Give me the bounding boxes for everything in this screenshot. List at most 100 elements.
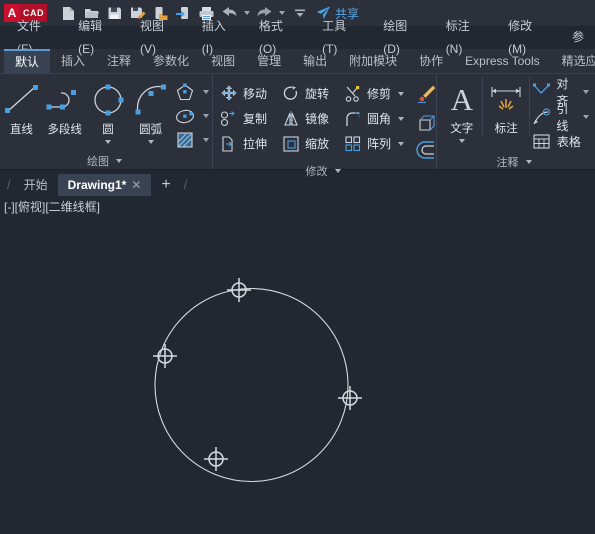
arc-icon xyxy=(130,80,172,120)
panel-annotate-expand-icon[interactable] xyxy=(525,160,532,164)
tool-align-dropdown-icon[interactable] xyxy=(583,89,589,94)
polygon-icon xyxy=(172,82,198,102)
modify-row-1: 移动 旋转 修剪 xyxy=(217,81,410,106)
tool-text[interactable]: A 文字 xyxy=(441,77,482,143)
tool-fillet-label: 圆角 xyxy=(367,112,392,126)
tool-hatch[interactable] xyxy=(172,128,212,152)
drawing-canvas[interactable]: [-][俯视][二维线框] xyxy=(0,196,595,522)
ribbon-tab-manage[interactable]: 管理 xyxy=(246,49,292,73)
modify-tool-grid: 移动 旋转 修剪 复制 镜像 圆角 拉伸 缩放 阵列 xyxy=(213,78,410,156)
panel-draw: 直线 多段线 圆 圆弧 绘图 xyxy=(0,74,213,169)
trim-icon xyxy=(341,85,365,103)
circle-entity[interactable] xyxy=(154,287,349,483)
table-icon xyxy=(530,132,554,151)
tool-move[interactable]: 移动 xyxy=(217,84,267,103)
panel-draw-expand-icon[interactable] xyxy=(116,158,122,163)
modify-row-2: 复制 镜像 圆角 xyxy=(217,106,410,131)
tool-array-dropdown-icon[interactable] xyxy=(398,141,405,146)
leader-icon xyxy=(530,107,554,126)
annotate-small-tools: 对齐 引线 表格 xyxy=(530,77,592,154)
ribbon-tab-collaborate[interactable]: 协作 xyxy=(408,49,454,73)
panel-modify-body: 移动 旋转 修剪 复制 镜像 圆角 拉伸 缩放 阵列 xyxy=(213,74,436,163)
tool-array-label: 阵列 xyxy=(367,137,392,151)
panel-modify-expand-icon[interactable] xyxy=(334,169,341,173)
scale-icon xyxy=(279,135,303,153)
panel-annotate-title-label: 注释 xyxy=(496,157,519,169)
tool-arc-dropdown-icon[interactable] xyxy=(147,140,154,144)
tool-rotate-label: 旋转 xyxy=(305,87,330,101)
panel-draw-body: 直线 多段线 圆 圆弧 xyxy=(0,74,212,152)
tool-stretch[interactable]: 拉伸 xyxy=(217,135,267,153)
ribbon-tab-express-tools[interactable]: Express Tools xyxy=(454,49,550,73)
tool-mirror[interactable]: 镜像 xyxy=(279,110,329,128)
panel-modify-title[interactable]: 修改 xyxy=(213,163,436,179)
tool-trim-label: 修剪 xyxy=(367,87,392,101)
tool-trim[interactable]: 修剪 xyxy=(341,85,391,103)
tool-scale[interactable]: 缩放 xyxy=(279,135,329,153)
panel-modify-title-label: 修改 xyxy=(305,166,328,178)
tool-circle-dropdown-icon[interactable] xyxy=(105,140,111,144)
svg-text:A: A xyxy=(451,82,474,117)
array-icon xyxy=(341,135,365,153)
file-tab-drawing1[interactable]: Drawing1* ✕ xyxy=(57,174,152,196)
align-icon xyxy=(530,82,554,101)
panel-draw-title[interactable]: 绘图 xyxy=(0,152,212,169)
tool-rotate[interactable]: 旋转 xyxy=(279,85,329,103)
tool-copy[interactable]: 复制 xyxy=(217,110,267,128)
dimension-icon xyxy=(486,79,526,119)
quadrant-top-snap-marker xyxy=(227,278,251,302)
tool-fillet[interactable]: 圆角 xyxy=(341,110,391,128)
tool-text-dropdown-icon[interactable] xyxy=(458,139,465,143)
text-icon: A xyxy=(445,79,479,119)
ribbon-tab-featured-apps[interactable]: 精选应用 xyxy=(551,49,595,73)
tool-fillet-dropdown-icon[interactable] xyxy=(398,116,405,121)
quadrant-bottom-snap-marker xyxy=(204,447,228,471)
tool-arc[interactable]: 圆弧 xyxy=(129,78,172,144)
draw-small-tools xyxy=(172,78,212,152)
tool-hatch-dropdown-icon[interactable] xyxy=(203,138,210,142)
ribbon-tab-output[interactable]: 输出 xyxy=(292,49,338,73)
menu-bar: 文件(F) 编辑(E) 视图(V) 插入(I) 格式(O) 工具(T) 绘图(D… xyxy=(0,19,595,56)
tool-polyline[interactable]: 多段线 xyxy=(43,78,87,137)
tool-stretch-label: 拉伸 xyxy=(243,137,268,151)
tool-mirror-label: 镜像 xyxy=(305,112,330,126)
tool-scale-label: 缩放 xyxy=(305,137,330,151)
new-tab-icon[interactable]: + xyxy=(151,176,180,196)
ribbon-tab-parametric[interactable]: 参数化 xyxy=(142,49,200,73)
tool-table-label: 表格 xyxy=(556,135,581,149)
ribbon-tab-home[interactable]: 默认 xyxy=(4,49,51,73)
ribbon-tab-addins[interactable]: 附加模块 xyxy=(338,49,408,73)
tool-array[interactable]: 阵列 xyxy=(341,135,391,153)
file-tab-drawing1-label: Drawing1* xyxy=(67,178,127,192)
tool-line[interactable]: 直线 xyxy=(0,78,43,137)
drawing-geometry xyxy=(153,278,362,483)
tool-arc-label: 圆弧 xyxy=(139,124,163,136)
menu-item-parametric[interactable]: 参 xyxy=(561,26,595,49)
tool-dimension[interactable]: 标注 xyxy=(482,77,530,136)
file-tab-start-label: 开始 xyxy=(23,178,48,192)
ribbon-tab-annotate[interactable]: 注释 xyxy=(96,49,142,73)
line-icon xyxy=(1,80,41,120)
tool-circle[interactable]: 圆 xyxy=(87,78,130,144)
ellipse-icon xyxy=(172,106,198,126)
tool-ellipse-dropdown-icon[interactable] xyxy=(203,114,210,118)
hatch-icon xyxy=(172,130,198,150)
tool-leader-dropdown-icon[interactable] xyxy=(583,114,589,119)
panel-annotate-title[interactable]: 注释 xyxy=(437,154,594,170)
tool-circle-label: 圆 xyxy=(102,124,114,136)
tool-table[interactable]: 表格 xyxy=(530,129,592,154)
tool-ellipse[interactable] xyxy=(172,104,212,128)
ribbon-tab-insert[interactable]: 插入 xyxy=(50,49,96,73)
tool-polygon[interactable] xyxy=(172,80,212,104)
close-icon[interactable]: ✕ xyxy=(131,174,141,196)
ribbon-tab-view[interactable]: 视图 xyxy=(200,49,246,73)
tool-polygon-dropdown-icon[interactable] xyxy=(203,90,210,94)
polyline-icon xyxy=(43,80,87,120)
panel-annotate-body: A 文字 标注 对齐 引线 表格 xyxy=(437,74,594,154)
tab-separator-right: / xyxy=(183,177,188,192)
tool-trim-dropdown-icon[interactable] xyxy=(398,91,405,96)
tool-leader[interactable]: 引线 xyxy=(530,102,592,133)
cad-application-window: A CAD 共享 文件 编辑(E) 视图(V) 插入(I) 格式(O) 工具(T… xyxy=(0,0,595,534)
ribbon: 直线 多段线 圆 圆弧 绘图 移动 旋转 修剪 复制 镜像 圆角 拉伸 缩放 阵… xyxy=(0,74,595,178)
file-tab-start[interactable]: 开始 xyxy=(14,174,58,196)
